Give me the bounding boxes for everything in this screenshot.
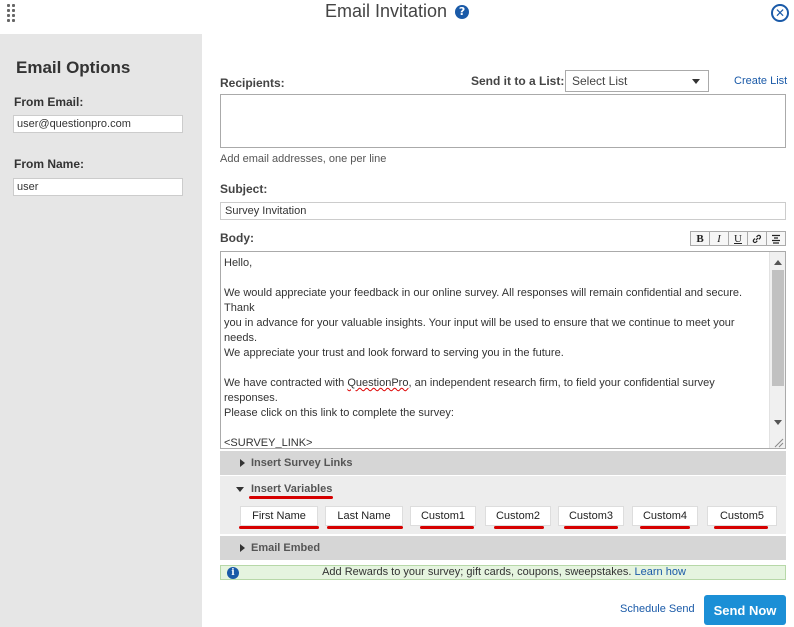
email-options-panel: Email Options From Email: From Name: [0,34,202,627]
scroll-up-icon[interactable] [774,260,782,265]
rewards-banner: i Add Rewards to your survey; gift cards… [220,565,786,580]
dialog-header: Email Invitation ? ✕ [0,0,794,28]
variable-first-name-button[interactable]: First Name [240,506,318,526]
bold-button[interactable]: B [691,232,710,245]
dialog-title: Email Invitation [324,1,448,21]
rewards-text: Add Rewards to your survey; gift cards, … [322,566,635,578]
select-list-dropdown[interactable]: Select List [565,70,709,92]
red-underline-annotation [249,496,333,499]
red-underline-annotation [714,526,768,529]
from-email-label: From Email: [14,95,84,109]
body-label: Body: [220,231,254,245]
from-name-label: From Name: [14,157,85,171]
close-icon[interactable]: ✕ [771,4,789,22]
misspelled-word: QuestionPro [347,377,409,389]
scroll-thumb[interactable] [772,270,784,386]
from-name-input[interactable] [13,178,183,196]
insert-survey-links-section[interactable]: Insert Survey Links [220,451,786,475]
red-underline-annotation [239,526,319,529]
formatting-toolbar: B I U [690,231,786,246]
align-center-icon[interactable] [767,232,785,245]
rewards-text-wrap: Add Rewards to your survey; gift cards, … [221,566,787,578]
expand-arrow-icon [240,544,245,552]
email-embed-section[interactable]: Email Embed [220,536,786,560]
body-text-segment: We have contracted with [224,377,348,389]
link-icon[interactable] [748,232,767,245]
red-underline-annotation [494,526,544,529]
body-line [224,361,764,376]
body-line: you in advance for your valuable insight… [224,317,735,344]
chevron-down-icon [692,79,700,84]
red-underline-annotation [564,526,618,529]
insert-survey-links-label: Insert Survey Links [251,457,353,469]
body-line [224,421,764,436]
body-line [224,271,764,286]
select-list-value: Select List [572,74,628,88]
body-editor[interactable]: Hello, We would appreciate your feedback… [220,251,786,449]
create-list-link[interactable]: Create List [734,75,787,87]
recipients-hint: Add email addresses, one per line [220,153,387,165]
body-line: Please click on this link to complete th… [224,407,454,419]
body-text[interactable]: Hello, We would appreciate your feedback… [224,256,764,449]
body-line: We would appreciate your feedback in our… [224,287,743,314]
schedule-send-link[interactable]: Schedule Send [620,603,695,615]
collapse-arrow-icon[interactable] [236,487,244,492]
dialog-title-wrap: Email Invitation ? [0,1,794,22]
recipients-label: Recipients: [220,76,285,90]
recipients-input[interactable] [220,94,786,148]
learn-how-link[interactable]: Learn how [635,566,686,578]
body-scrollbar[interactable] [769,252,785,448]
send-now-button[interactable]: Send Now [704,595,786,625]
variable-custom2-button[interactable]: Custom2 [485,506,551,526]
insert-variables-section: Insert Variables First Name Last Name Cu… [220,476,786,534]
help-icon[interactable]: ? [455,4,470,19]
email-embed-label: Email Embed [251,542,321,554]
underline-button[interactable]: U [729,232,748,245]
body-line: We have contracted with QuestionPro, an … [224,376,764,406]
italic-button[interactable]: I [710,232,729,245]
subject-input[interactable]: Survey Invitation [220,202,786,220]
insert-variables-label[interactable]: Insert Variables [251,483,332,495]
red-underline-annotation [640,526,690,529]
variable-custom1-button[interactable]: Custom1 [410,506,476,526]
red-underline-annotation [420,526,474,529]
body-line: Hello, [224,257,253,269]
email-options-title: Email Options [16,58,131,77]
variable-custom5-button[interactable]: Custom5 [707,506,777,526]
send-to-list-label: Send it to a List: [471,74,565,88]
subject-label: Subject: [220,182,268,196]
scroll-down-icon[interactable] [774,420,782,425]
variable-custom3-button[interactable]: Custom3 [558,506,624,526]
red-underline-annotation [327,526,403,529]
body-line: <SURVEY_LINK> [224,437,313,449]
body-line: We appreciate your trust and look forwar… [224,347,564,359]
variable-last-name-button[interactable]: Last Name [325,506,403,526]
expand-arrow-icon [240,459,245,467]
resize-grip-icon[interactable] [772,436,784,448]
from-email-input[interactable] [13,115,183,133]
variable-custom4-button[interactable]: Custom4 [632,506,698,526]
